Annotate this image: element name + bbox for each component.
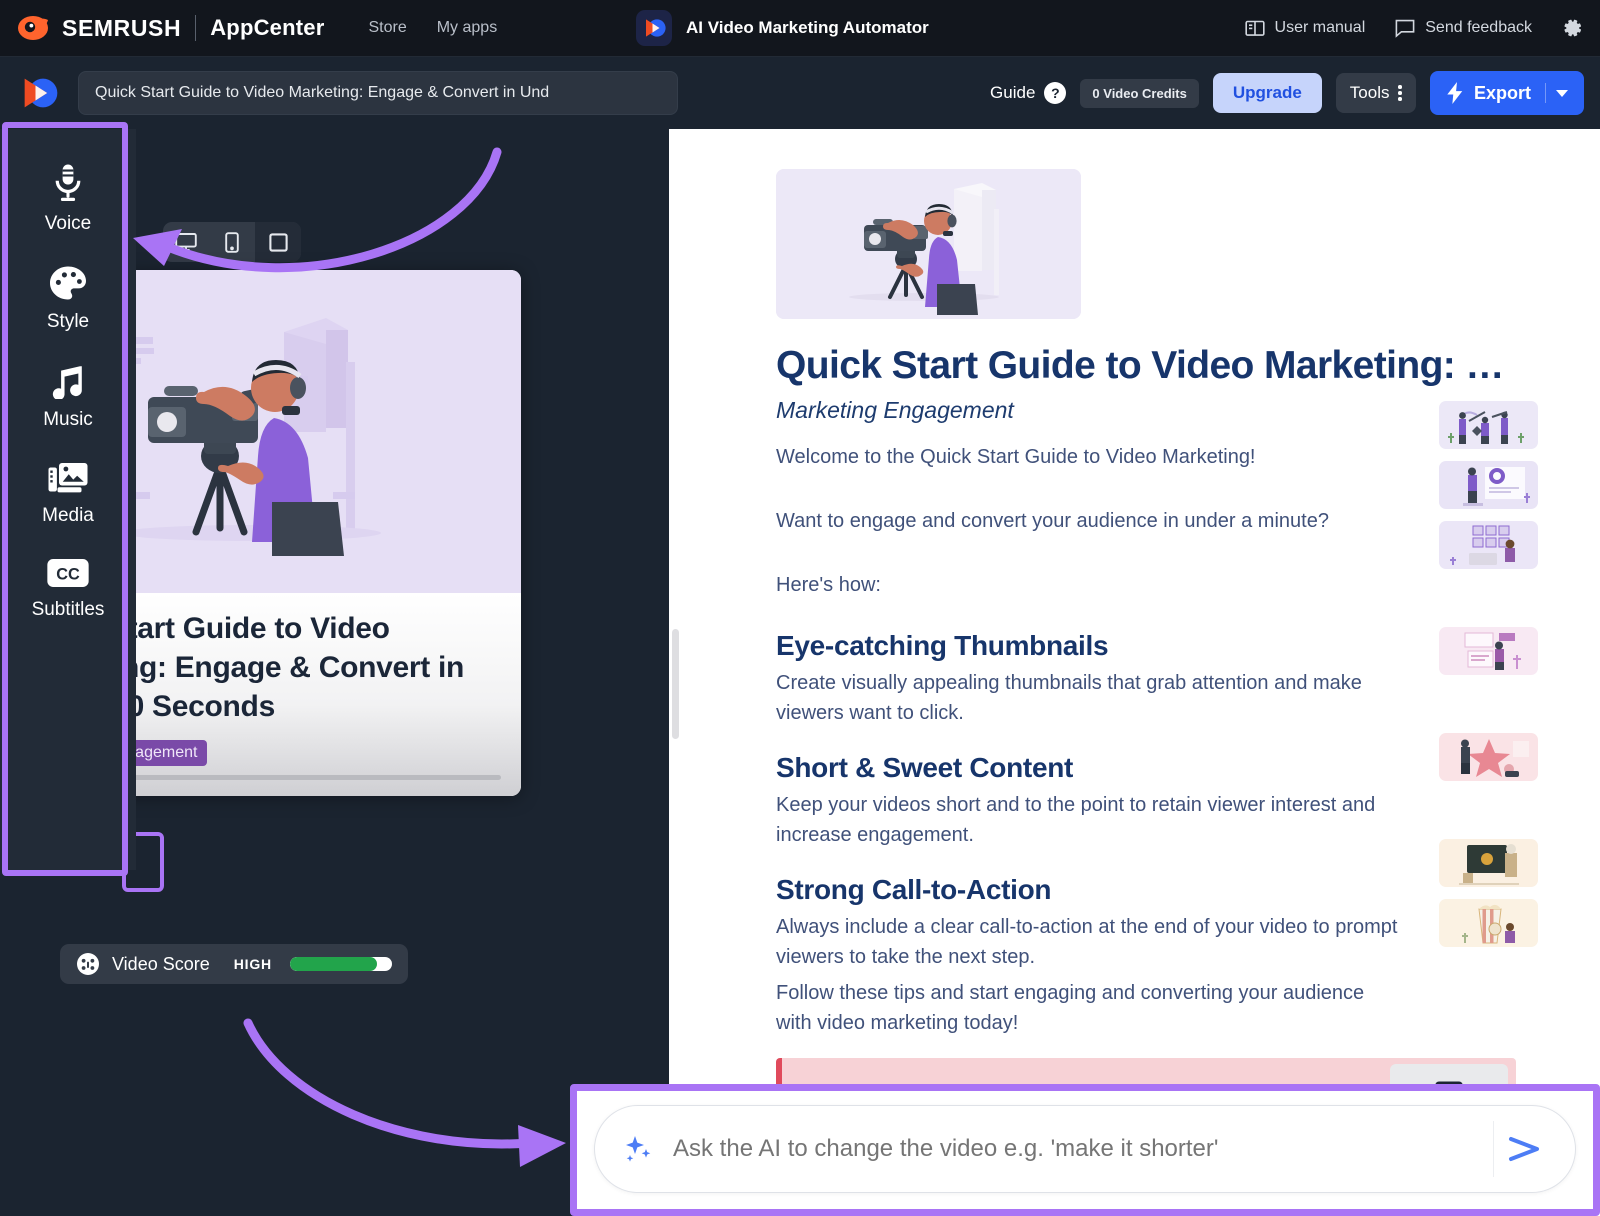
export-label: Export <box>1473 82 1531 103</box>
sidebar-item-style[interactable]: Style <box>13 265 123 333</box>
document-paragraph[interactable]: Welcome to the Quick Start Guide to Vide… <box>776 442 1401 472</box>
left-tool-rail: Voice Style Music Media CC Subtitles <box>0 129 136 870</box>
list-item[interactable] <box>1439 899 1538 947</box>
speedometer-icon <box>76 952 100 976</box>
sidebar-item-voice[interactable]: Voice <box>13 163 123 235</box>
ai-prompt-input[interactable] <box>673 1135 1493 1163</box>
document-heading[interactable]: Eye-catching Thumbnails <box>776 630 1536 662</box>
device-toggle-group <box>163 222 301 262</box>
microphone-icon <box>49 163 87 203</box>
app-root: SEMRUSH AppCenter Store My apps AI Video… <box>0 0 1600 1216</box>
semrush-top-bar: SEMRUSH AppCenter Store My apps AI Video… <box>0 0 1600 57</box>
user-manual-button[interactable]: User manual <box>1244 19 1366 38</box>
video-score-label: Video Score <box>112 953 210 974</box>
device-option-desktop[interactable] <box>163 222 209 262</box>
semrush-flame-icon <box>18 15 52 41</box>
editor-app-logo-icon[interactable] <box>18 73 58 113</box>
user-manual-label: User manual <box>1274 19 1366 36</box>
document-paragraph[interactable]: Here's how: <box>776 570 1401 600</box>
video-score-bar-fill <box>289 957 377 971</box>
guide-button[interactable]: Guide ? <box>990 82 1067 104</box>
list-item[interactable] <box>1439 521 1538 569</box>
kebab-menu-icon <box>1398 85 1402 101</box>
svg-text:CC: CC <box>56 566 80 584</box>
nav-item-my-apps[interactable]: My apps <box>437 19 497 37</box>
send-arrow-icon[interactable] <box>1493 1121 1553 1177</box>
video-credits-badge: 0 Video Credits <box>1080 78 1199 108</box>
device-option-mobile[interactable] <box>209 222 255 262</box>
editor-toolbar-actions: Guide ? 0 Video Credits Upgrade Tools Ex… <box>990 71 1584 115</box>
comment-icon <box>1395 19 1415 38</box>
editor-toolbar: Quick Start Guide to Video Marketing: En… <box>0 57 1600 129</box>
document-hero-image <box>776 169 1081 319</box>
document-paragraph[interactable]: Follow these tips and start engaging and… <box>776 978 1401 1038</box>
list-item[interactable] <box>1439 733 1538 781</box>
app-logo-icon <box>636 10 672 46</box>
document-paragraph[interactable]: Create visually appealing thumbnails tha… <box>776 668 1401 728</box>
semrush-logo[interactable]: SEMRUSH <box>0 15 181 42</box>
question-mark-icon: ? <box>1044 82 1067 104</box>
document-paragraph[interactable]: Always include a clear call-to-action at… <box>776 912 1401 972</box>
guide-label: Guide <box>990 83 1036 102</box>
semrush-top-right-actions: User manual Send feedback <box>1244 17 1584 39</box>
sidebar-item-subtitles[interactable]: CC Subtitles <box>13 557 123 621</box>
palette-icon <box>48 265 88 301</box>
list-item[interactable] <box>1439 461 1538 509</box>
book-icon <box>1244 19 1265 38</box>
sidebar-item-label: Voice <box>44 213 92 234</box>
upgrade-button[interactable]: Upgrade <box>1212 73 1322 113</box>
document-subtitle: Marketing Engagement <box>776 397 1014 424</box>
closed-captions-icon: CC <box>46 557 90 589</box>
nav-item-store[interactable]: Store <box>368 19 406 37</box>
document-paragraph[interactable]: Keep your videos short and to the point … <box>776 790 1401 850</box>
phone-icon <box>225 231 239 253</box>
ai-sparkle-icon <box>623 1134 653 1164</box>
list-item[interactable] <box>1439 839 1538 887</box>
device-option-square[interactable] <box>255 222 301 262</box>
music-note-icon <box>50 363 86 399</box>
export-button[interactable]: Export <box>1429 71 1584 115</box>
sidebar-item-label: Music <box>43 409 93 430</box>
document-heading[interactable]: Short & Sweet Content <box>776 752 1536 784</box>
project-title-value: Quick Start Guide to Video Marketing: En… <box>95 84 550 101</box>
send-feedback-button[interactable]: Send feedback <box>1395 19 1532 38</box>
appcenter-label: AppCenter <box>210 15 325 40</box>
document-title: Quick Start Guide to Video Marketing: … <box>776 345 1504 387</box>
chevron-down-icon[interactable] <box>1556 89 1568 97</box>
sidebar-item-label: Media <box>42 505 94 526</box>
app-identity: AI Video Marketing Automator <box>636 10 929 46</box>
logo-divider <box>195 15 197 41</box>
lightning-bolt-icon <box>1446 82 1464 104</box>
tools-label: Tools <box>1349 83 1390 102</box>
document-panel[interactable]: Quick Start Guide to Video Marketing: … … <box>669 129 1600 1216</box>
sidebar-item-label: Subtitles <box>31 599 105 620</box>
document-heading[interactable]: Strong Call-to-Action <box>776 874 1536 906</box>
send-feedback-label: Send feedback <box>1425 19 1532 36</box>
document-content: Quick Start Guide to Video Marketing: … … <box>776 169 1536 1195</box>
export-divider <box>1545 83 1546 103</box>
list-item[interactable] <box>1439 401 1538 449</box>
media-gallery-icon <box>47 461 89 495</box>
video-score-panel: Video Score HIGH <box>60 944 408 984</box>
sidebar-item-label: Style <box>46 311 90 332</box>
project-title-input[interactable]: Quick Start Guide to Video Marketing: En… <box>78 71 678 115</box>
app-name: AI Video Marketing Automator <box>686 18 929 37</box>
monitor-icon <box>175 232 197 252</box>
list-item[interactable] <box>1439 627 1538 675</box>
video-score-rating: HIGH <box>233 956 272 972</box>
semrush-wordmark: SEMRUSH <box>62 14 182 41</box>
sidebar-item-music[interactable]: Music <box>13 363 123 431</box>
video-score-bar <box>289 957 392 971</box>
tools-button[interactable]: Tools <box>1335 73 1416 113</box>
document-thumbnail-strip <box>1439 401 1538 959</box>
document-scrollbar[interactable] <box>672 629 679 739</box>
gear-icon[interactable] <box>1562 17 1584 39</box>
semrush-nav: Store My apps <box>368 19 497 37</box>
document-paragraph[interactable]: Want to engage and convert your audience… <box>776 506 1401 536</box>
square-icon <box>268 232 289 253</box>
ai-prompt-bar[interactable] <box>594 1105 1576 1193</box>
sidebar-item-media[interactable]: Media <box>13 461 123 527</box>
